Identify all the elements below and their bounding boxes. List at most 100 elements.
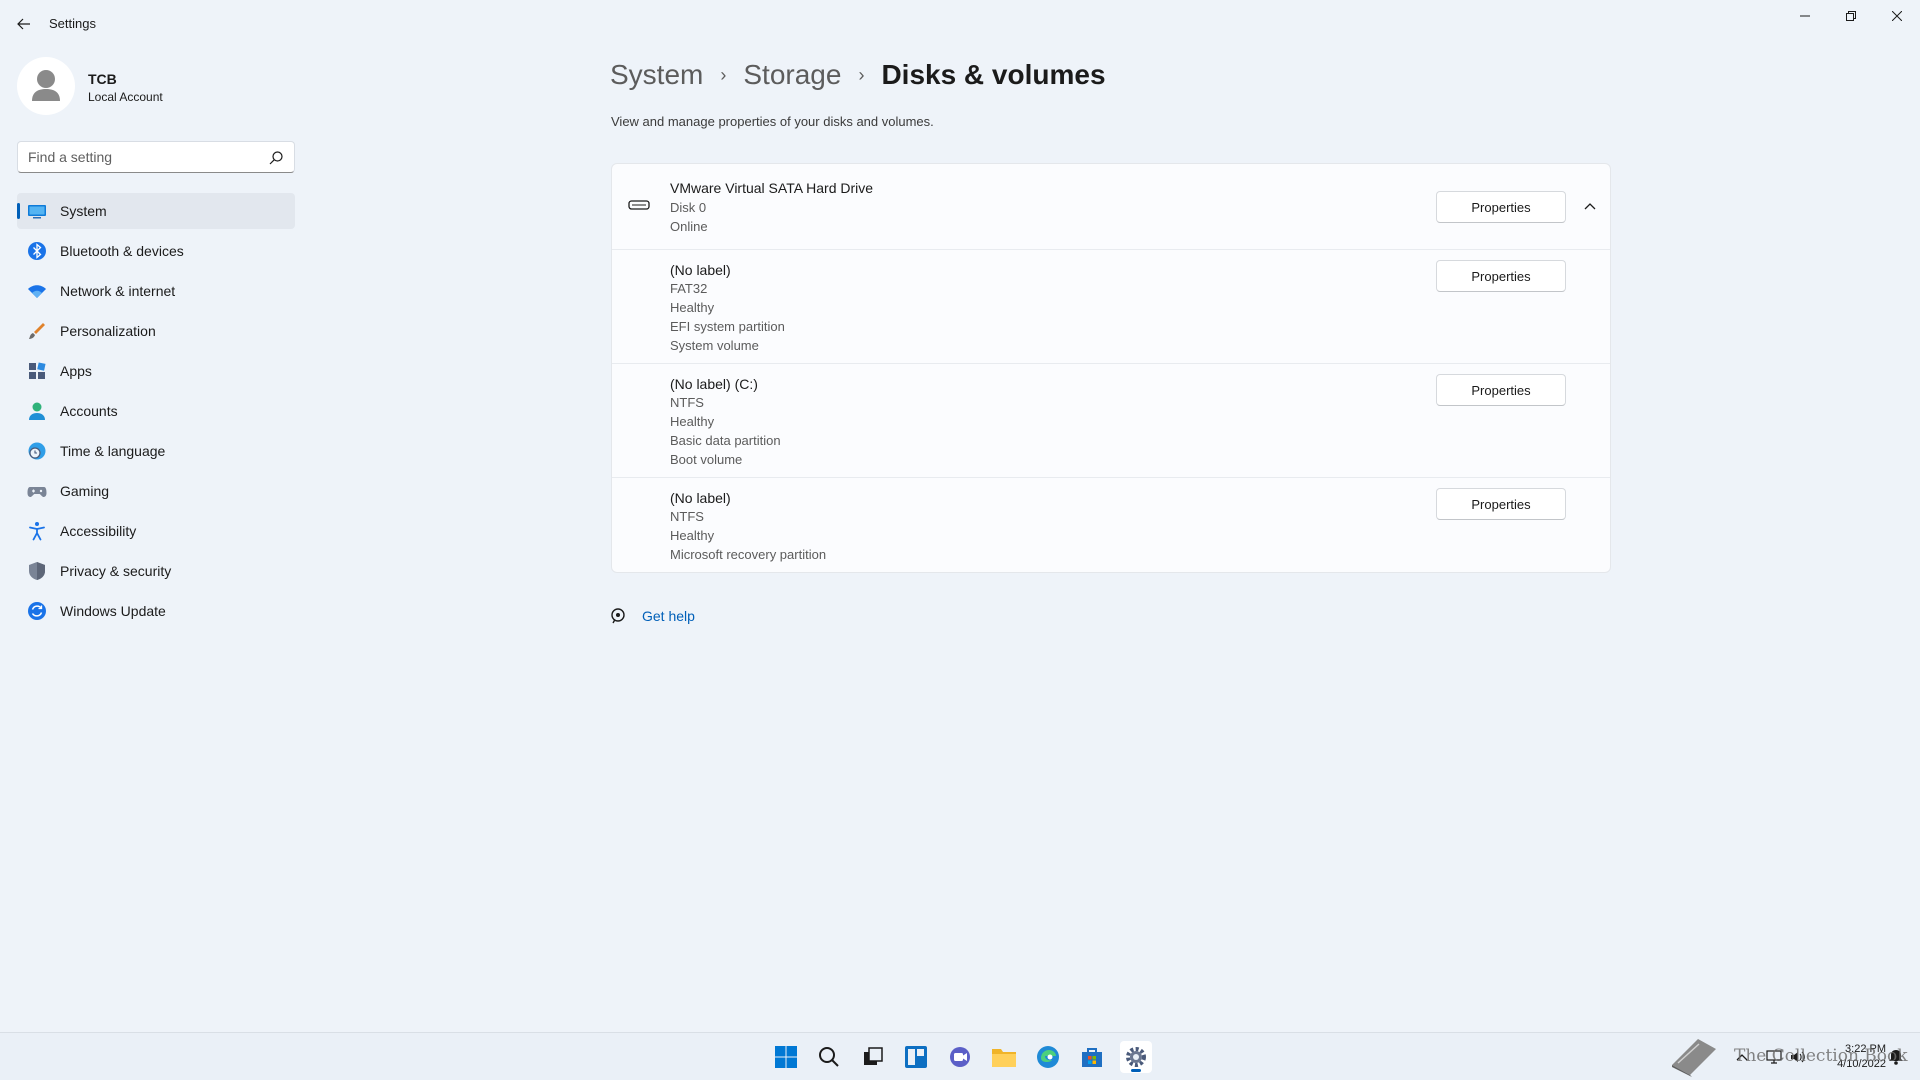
start-button[interactable] [770, 1041, 802, 1073]
sidebar-item-privacy-security[interactable]: Privacy & security [17, 553, 295, 589]
show-hidden-icons-button[interactable] [1726, 1041, 1758, 1073]
avatar [17, 57, 75, 115]
task-view-button[interactable] [857, 1041, 889, 1073]
get-help-link[interactable]: Get help [642, 608, 695, 624]
sidebar-item-label: Windows Update [60, 603, 166, 619]
taskbar-clock[interactable]: 3:22 PM 4/10/2022 [1816, 1042, 1886, 1072]
accessibility-icon [29, 522, 45, 541]
shield-icon [29, 562, 45, 580]
sidebar-item-system[interactable]: System [17, 193, 295, 229]
network-monitor-icon [1766, 1050, 1782, 1064]
notifications-button[interactable] [1880, 1041, 1912, 1073]
breadcrumb-storage[interactable]: Storage [743, 59, 841, 91]
edge-icon [1037, 1046, 1059, 1068]
page-description: View and manage properties of your disks… [611, 114, 934, 129]
collapse-button[interactable] [1578, 194, 1602, 218]
task-view-icon [864, 1047, 883, 1065]
sidebar-item-label: Personalization [60, 323, 156, 339]
back-arrow-icon [17, 18, 30, 30]
sidebar-item-accounts[interactable]: Accounts [17, 393, 295, 429]
sidebar-item-windows-update[interactable]: Windows Update [17, 593, 295, 629]
volume-role: Boot volume [670, 452, 743, 467]
file-explorer-button[interactable] [988, 1041, 1020, 1073]
taskbar: 3:22 PM 4/10/2022 [0, 1032, 1920, 1080]
sidebar-item-time-language[interactable]: Time & language [17, 433, 295, 469]
minimize-button[interactable] [1782, 0, 1828, 32]
restore-button[interactable] [1828, 0, 1874, 32]
person-avatar-icon [32, 70, 60, 101]
store-button[interactable] [1076, 1041, 1108, 1073]
volume-filesystem: FAT32 [670, 281, 708, 296]
edge-button[interactable] [1032, 1041, 1064, 1073]
sidebar-item-personalization[interactable]: Personalization [17, 313, 295, 349]
volume-partition-type: Basic data partition [670, 433, 781, 448]
profile-name: TCB [88, 71, 117, 87]
volume-health: Healthy [670, 528, 715, 543]
volume-properties-button[interactable]: Properties [1436, 260, 1566, 292]
chevron-up-icon [1736, 1054, 1748, 1061]
close-button[interactable] [1874, 0, 1920, 32]
disk-number: Disk 0 [670, 200, 707, 215]
sidebar-item-apps[interactable]: Apps [17, 353, 295, 389]
taskbar-search-button[interactable] [813, 1041, 845, 1073]
volume-filesystem: NTFS [670, 395, 704, 410]
sidebar-item-gaming[interactable]: Gaming [17, 473, 295, 509]
sidebar-item-bluetooth[interactable]: Bluetooth & devices [17, 233, 295, 269]
page-title: Disks & volumes [881, 59, 1106, 90]
volume-health: Healthy [670, 300, 715, 315]
start-icon [775, 1046, 797, 1068]
app-title: Settings [49, 16, 96, 31]
chevron-right-icon: › [858, 64, 865, 85]
volume-tray-button[interactable] [1782, 1041, 1814, 1073]
user-profile[interactable]: TCB Local Account [17, 57, 277, 117]
sidebar-item-accessibility[interactable]: Accessibility [17, 513, 295, 549]
chevron-up-icon [1584, 203, 1596, 210]
settings-taskbar-button[interactable] [1120, 1041, 1152, 1073]
sidebar-item-label: Network & internet [60, 283, 176, 299]
sidebar-nav: System Bluetooth & devices Network & int… [17, 193, 295, 633]
hard-drive-icon [628, 200, 650, 210]
bluetooth-icon [28, 242, 46, 260]
sidebar-item-network[interactable]: Network & internet [17, 273, 295, 309]
close-icon [1892, 11, 1902, 21]
speaker-icon [1791, 1051, 1805, 1063]
help-chat-icon [611, 608, 625, 624]
disk-header-row[interactable]: VMware Virtual SATA Hard Drive Disk 0 On… [612, 164, 1610, 250]
person-icon [29, 402, 45, 420]
chat-icon [950, 1047, 970, 1067]
volume-properties-button[interactable]: Properties [1436, 488, 1566, 520]
title-bar: Settings [0, 0, 1920, 48]
sidebar-item-label: Accessibility [60, 523, 137, 539]
sidebar-item-label: Bluetooth & devices [60, 243, 184, 259]
sidebar-item-label: Gaming [60, 483, 110, 499]
update-icon [28, 602, 46, 620]
minimize-icon [1800, 15, 1810, 17]
sidebar-item-label: Privacy & security [60, 563, 172, 579]
file-explorer-icon [992, 1049, 1016, 1067]
volume-label: (No label) (C:) [670, 376, 758, 392]
chat-button[interactable] [944, 1041, 976, 1073]
search-input[interactable] [28, 147, 258, 167]
disk-card: VMware Virtual SATA Hard Drive Disk 0 On… [611, 163, 1611, 573]
back-button[interactable] [10, 10, 38, 38]
account-type: Local Account [88, 90, 163, 104]
system-icon [28, 205, 46, 219]
disk-properties-button[interactable]: Properties [1436, 191, 1566, 223]
widgets-button[interactable] [900, 1041, 932, 1073]
volume-row: (No label) FAT32 Healthy EFI system part… [612, 250, 1610, 364]
breadcrumb-system[interactable]: System [610, 59, 703, 91]
sidebar-item-label: Time & language [60, 443, 166, 459]
restore-icon [1846, 11, 1856, 21]
settings-search [17, 141, 295, 173]
volume-properties-button[interactable]: Properties [1436, 374, 1566, 406]
apps-icon [29, 362, 46, 379]
volume-role: System volume [670, 338, 759, 353]
search-icon [819, 1047, 839, 1067]
clock-time: 3:22 PM [1845, 1043, 1886, 1055]
get-help[interactable]: Get help [610, 604, 695, 628]
store-icon [1082, 1048, 1102, 1067]
search-icon[interactable] [268, 150, 284, 166]
volume-partition-type: Microsoft recovery partition [670, 547, 827, 562]
disk-status: Online [670, 219, 708, 234]
globe-clock-icon [28, 442, 46, 460]
